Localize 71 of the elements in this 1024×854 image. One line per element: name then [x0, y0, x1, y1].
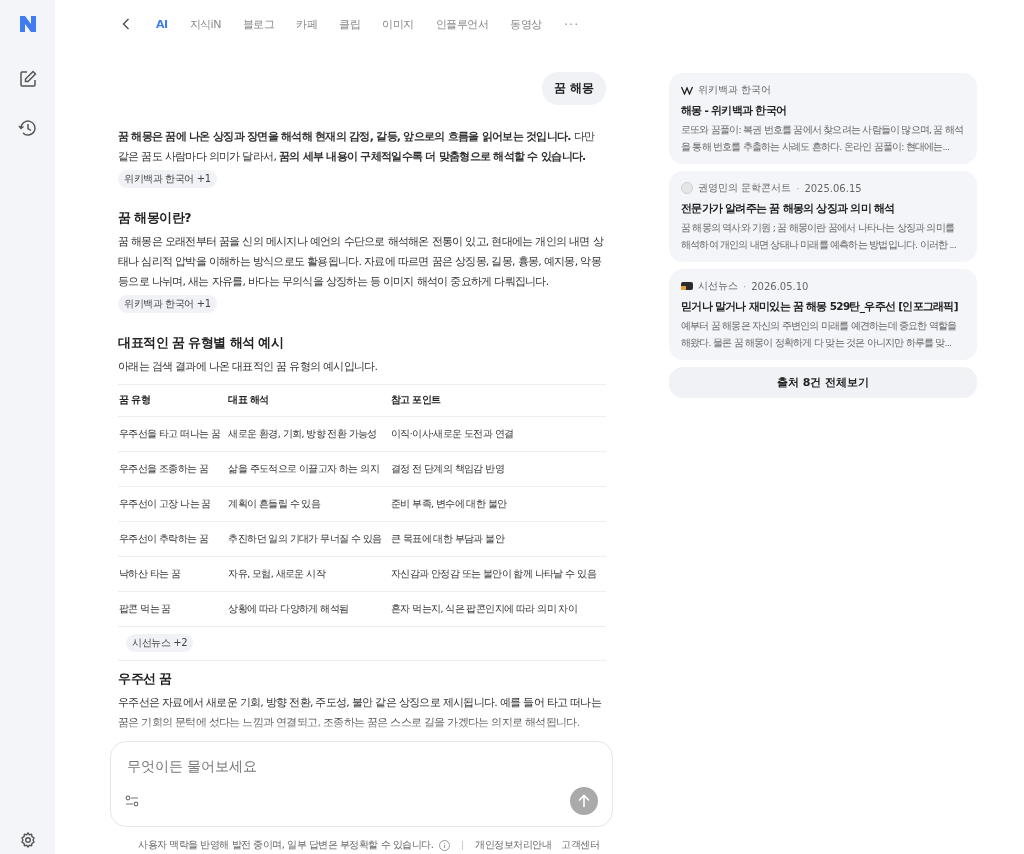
- blog-avatar-icon: [681, 182, 693, 194]
- table-cell: 상황에 따라 다양하게 해석됨: [227, 591, 390, 627]
- source-date: 2025.06.15: [804, 182, 862, 194]
- source-chip[interactable]: 위키백과 한국어 +1: [118, 295, 217, 313]
- answer-paragraph: 꿈 해몽은 꿈에 나온 상징과 장면을 해석해 현재의 감정, 갈등, 앞으로의 흐름을 읽어보는 것입니다. 다만 같은 꿈도 사람마다 의미가 달라서, 꿈의 세부 내용이 구체적일수록 더 맞춤형으로 해석할 수 있습니다.: [118, 129, 596, 165]
- table-cell: 새로운 환경, 기회, 방향 전환 가능성: [227, 416, 390, 452]
- table-cell: 자신감과 안정감 또는 불안이 함께 나타날 수 있음: [390, 556, 606, 592]
- settings-icon[interactable]: [19, 832, 36, 848]
- source-snippet: 꿈 해몽의 역사와 기원 ; 꿈 해몽이란 꿈에서 나타나는 상징과 의미를 해석하여 개인의 내면 상태나 미래를 예측하는 방법입니다. 이러한 ...: [681, 221, 958, 252]
- section-heading: 우주선 꿈: [118, 671, 173, 688]
- table-cell: 우주선을 조종하는 꿈: [118, 451, 228, 487]
- source-site: 권영민의 문학콘서트: [698, 181, 792, 195]
- column-header: 대표 해석: [227, 384, 390, 417]
- wiki-logo-icon: [681, 85, 693, 95]
- footer-link[interactable]: 고객센터: [561, 838, 600, 852]
- query-bubble: 꿈 해몽: [541, 72, 606, 105]
- table-cell: 이직·이사·새로운 도전과 연결: [390, 416, 606, 452]
- table-cell: 우주선이 추락하는 꿈: [118, 521, 228, 557]
- info-icon[interactable]: [439, 839, 451, 851]
- logo-icon[interactable]: [18, 16, 37, 32]
- section-heading: 대표적인 꿈 유형별 해석 예시: [118, 335, 285, 352]
- source-chip[interactable]: 위키백과 한국어 +1: [118, 170, 217, 188]
- source-site: 위키백과 한국어: [698, 83, 772, 97]
- column-header: 참고 포인트: [390, 384, 606, 417]
- source-card[interactable]: 권영민의 문학콘서트 · 2025.06.15 전문가가 알려주는 꿈 해몽의 상징과 의미 해석 꿈 해몽의 역사와 기원 ; 꿈 해몽이란 꿈에서 나타나는 상징과 의미를 해석하여 개인의 내면 상태나 미래를 예측하는 방법입니다. 이러한 ...: [669, 171, 977, 262]
- nav-tab[interactable]: 카페: [296, 16, 318, 32]
- news-logo-icon: [681, 281, 693, 291]
- nav-tab[interactable]: 블로그: [242, 16, 275, 32]
- nav-tab[interactable]: 동영상: [510, 16, 542, 32]
- table-cell: 자유, 모험, 새로운 시작: [227, 556, 390, 592]
- source-card[interactable]: 위키백과 한국어 해몽 - 위키백과 한국어 로또와 꿈풀이: 복권 번호를 꿈에서 찾으려는 사람들이 많으며, 꿈 해석을 통해 번호를 추출하는 사례도 흔하다. 온라인 꿈풀이: 현대에는...: [669, 73, 977, 164]
- all-sources-button[interactable]: 출처 8건 전체보기: [669, 367, 977, 398]
- table-cell: 계획이 흔들릴 수 있음: [227, 486, 390, 522]
- nav-tab[interactable]: 지식iN: [189, 16, 221, 32]
- section-heading: 꿈 해몽이란?: [118, 210, 193, 227]
- history-icon[interactable]: [17, 119, 38, 137]
- table-cell: 혼자 먹는지, 식은 팝콘인지에 따라 의미 차이: [390, 591, 606, 627]
- table-cell: 팝콘 먹는 꿈: [118, 591, 228, 627]
- source-title: 해몽 - 위키백과 한국어: [681, 104, 788, 118]
- source-chip[interactable]: 시선뉴스 +2: [126, 634, 194, 652]
- table-cell: 결정 전 단계의 책임감 반영: [390, 451, 606, 487]
- back-icon[interactable]: [122, 18, 130, 30]
- source-date: 2026.05.10: [751, 280, 809, 292]
- nav-tab[interactable]: 이미지: [382, 16, 414, 32]
- answer-paragraph: 아래는 검색 결과에 나온 대표적인 꿈 유형의 예시입니다.: [118, 359, 379, 375]
- nav-tab[interactable]: AI: [156, 17, 168, 31]
- source-title: 전문가가 알려주는 꿈 해몽의 상징과 의미 해석: [681, 202, 896, 216]
- table-cell: 낙하산 타는 꿈: [118, 556, 228, 592]
- table-cell: 우주선을 타고 떠나는 꿈: [118, 416, 228, 452]
- source-snippet: 예부터 꿈 해몽은 자신의 주변인의 미래를 예견하는데 중요한 역할을 해왔다. 물론 꿈 해몽이 정확하게 다 맞는 것은 아니지만 하루를 맞...: [681, 319, 958, 350]
- nav-tab[interactable]: 인플루언서: [435, 16, 489, 32]
- column-header: 꿈 유형: [118, 384, 228, 417]
- source-snippet: 로또와 꿈풀이: 복권 번호를 꿈에서 찾으려는 사람들이 많으며, 꿈 해석을 통해 번호를 추출하는 사례도 흔하다. 온라인 꿈풀이: 현대에는...: [681, 123, 965, 154]
- table-cell: 우주선이 고장 나는 꿈: [118, 486, 228, 522]
- answer-paragraph: 꿈 해몽은 오래전부터 꿈을 신의 메시지나 예언의 수단으로 해석해온 전통이 있고, 현대에는 개인의 내면 상태나 심리적 압박을 이해하는 방식으로도 활용됩니다. 자료에 따르면 꿈은 상징몽, 길몽, 흉몽, 예지몽, 악몽 등으로 나뉘며, 새는 자유를, 바다는 무의식을 상징하는 등 이미지 해석이 중요하게 다뤄집니다.: [118, 234, 605, 290]
- footer-link[interactable]: 개인정보처리안내: [475, 838, 552, 852]
- new-chat-icon[interactable]: [18, 70, 37, 88]
- separator-dot: ·: [743, 280, 747, 292]
- separator-dot: ·: [796, 182, 800, 194]
- source-site: 시선뉴스: [698, 279, 738, 293]
- table-cell: 큰 목표에 대한 부담과 불안: [390, 521, 606, 557]
- table-cell: 준비 부족, 변수에 대한 불안: [390, 486, 606, 522]
- table-cell: 추진하던 일의 기대가 무너질 수 있음: [227, 521, 390, 557]
- source-card[interactable]: 시선뉴스 · 2026.05.10 믿거나 말거나 재미있는 꿈 해몽 529탄_우주선 [인포그래픽] 예부터 꿈 해몽은 자신의 주변인의 미래를 예견하는데 중요한 역할을 해왔다. 물론 꿈 해몽이 정확하게 다 맞는 것은 아니지만 하루를 맞...: [669, 269, 977, 360]
- answer-paragraph: 우주선은 자료에서 새로운 기회, 방향 전환, 주도성, 불안 같은 상징으로 제시됩니다. 예를 들어 타고 떠나는 꿈은 기회의 문턱에 섰다는 느낌과 연결되고, 조종하는 꿈은 스스로 길을 가겠다는 의지로 해석됩니다.: [118, 695, 602, 731]
- nav-tab[interactable]: 클립: [339, 16, 361, 32]
- table-cell: 삶을 주도적으로 이끌고자 하는 의지: [227, 451, 390, 487]
- options-icon[interactable]: [125, 795, 139, 807]
- arrow-up-icon: [578, 794, 590, 808]
- disclaimer-text: 사용자 맥락을 반영해 발전 중이며, 일부 답변은 부정확할 수 있습니다.: [138, 838, 434, 852]
- source-title: 믿거나 말거나 재미있는 꿈 해몽 529탄_우주선 [인포그래픽]: [681, 300, 959, 314]
